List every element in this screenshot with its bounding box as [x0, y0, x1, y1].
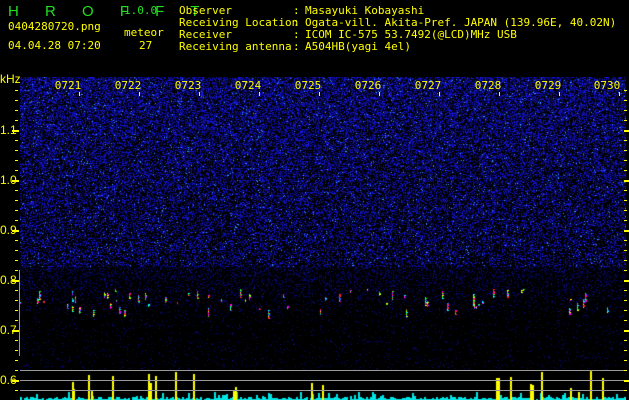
- freq-tick: [624, 260, 627, 261]
- freq-tick: [15, 110, 18, 111]
- time-label: 0730: [593, 79, 621, 92]
- freq-tick: [624, 380, 629, 382]
- freq-tick: [15, 320, 18, 321]
- freq-tick: [15, 250, 18, 251]
- time-tick: [319, 92, 320, 96]
- meteor-histogram-canvas: [20, 370, 626, 400]
- freq-tick: [624, 390, 627, 391]
- freq-tick: [15, 100, 18, 101]
- info-label-antenna: Receiving antenna: [179, 40, 292, 53]
- freq-tick: [15, 360, 18, 361]
- freq-tick: [15, 190, 18, 191]
- freq-tick: [15, 200, 18, 201]
- meteor-label: meteor: [124, 26, 164, 39]
- time-tick: [259, 92, 260, 96]
- freq-tick: [15, 150, 18, 151]
- freq-tick: [624, 140, 627, 141]
- time-tick: [139, 92, 140, 96]
- freq-tick: [624, 230, 629, 232]
- spectrogram-canvas: [20, 77, 626, 370]
- freq-tick: [624, 220, 627, 221]
- time-label: 0726: [354, 79, 382, 92]
- freq-tick: [624, 290, 627, 291]
- freq-tick: [15, 270, 18, 271]
- time-tick: [499, 92, 500, 96]
- freq-tick: [624, 160, 627, 161]
- freq-tick: [15, 220, 18, 221]
- freq-tick: [624, 110, 627, 111]
- time-label: 0723: [174, 79, 202, 92]
- freq-tick: [12, 230, 19, 232]
- freq-tick: [15, 370, 18, 371]
- time-tick: [79, 92, 80, 96]
- freq-tick: [624, 370, 627, 371]
- time-label: 0727: [414, 79, 442, 92]
- freq-tick: [624, 210, 627, 211]
- meteor-count: 27: [139, 39, 153, 52]
- freq-tick: [12, 380, 19, 382]
- freq-tick: [15, 390, 18, 391]
- freq-tick: [624, 190, 627, 191]
- info-value-antenna: A504HB(yagi 4el): [305, 40, 411, 53]
- freq-tick: [624, 300, 627, 301]
- freq-tick: [624, 360, 627, 361]
- freq-tick: [15, 340, 18, 341]
- freq-tick: [624, 100, 627, 101]
- freq-tick: [15, 300, 18, 301]
- freq-tick: [15, 160, 18, 161]
- freq-unit-label: kHz: [0, 72, 21, 86]
- freq-tick: [15, 350, 18, 351]
- time-label: 0728: [474, 79, 502, 92]
- freq-tick: [624, 240, 627, 241]
- time-label: 0729: [534, 79, 562, 92]
- freq-tick: [15, 140, 18, 141]
- freq-tick: [15, 310, 18, 311]
- axis-border: [19, 270, 20, 356]
- freq-tick: [624, 330, 629, 332]
- freq-tick: [12, 180, 19, 182]
- time-label: 0722: [114, 79, 142, 92]
- time-tick: [199, 92, 200, 96]
- freq-tick: [15, 260, 18, 261]
- freq-tick: [624, 270, 627, 271]
- time-tick: [619, 92, 620, 96]
- app-version: 1.0.0: [124, 4, 158, 17]
- freq-tick: [624, 150, 627, 151]
- datetime: 04.04.28 07:20: [8, 39, 101, 52]
- freq-tick: [12, 330, 19, 332]
- freq-tick: [15, 170, 18, 171]
- info-colon: :: [293, 40, 300, 53]
- grid-line: [20, 390, 626, 391]
- time-label: 0721: [54, 79, 82, 92]
- time-tick: [379, 92, 380, 96]
- freq-tick: [624, 320, 627, 321]
- freq-tick: [15, 290, 18, 291]
- freq-tick: [624, 250, 627, 251]
- freq-tick: [624, 120, 627, 121]
- freq-tick: [624, 280, 629, 282]
- freq-tick: [624, 180, 629, 182]
- freq-tick: [15, 120, 18, 121]
- time-label: 0725: [294, 79, 322, 92]
- freq-tick: [624, 170, 627, 171]
- freq-tick: [624, 130, 629, 132]
- freq-tick: [624, 90, 627, 91]
- freq-tick: [15, 210, 18, 211]
- grid-line: [20, 380, 626, 381]
- freq-tick: [624, 310, 627, 311]
- grid-line: [20, 370, 626, 371]
- freq-tick: [15, 90, 18, 91]
- freq-tick: [12, 130, 19, 132]
- filename: 0404280720.png: [8, 20, 101, 33]
- freq-tick: [624, 350, 627, 351]
- time-label: 0724: [234, 79, 262, 92]
- freq-tick: [624, 340, 627, 341]
- freq-tick: [624, 200, 627, 201]
- freq-tick: [15, 240, 18, 241]
- freq-tick: [12, 280, 19, 282]
- time-tick: [559, 92, 560, 96]
- time-tick: [439, 92, 440, 96]
